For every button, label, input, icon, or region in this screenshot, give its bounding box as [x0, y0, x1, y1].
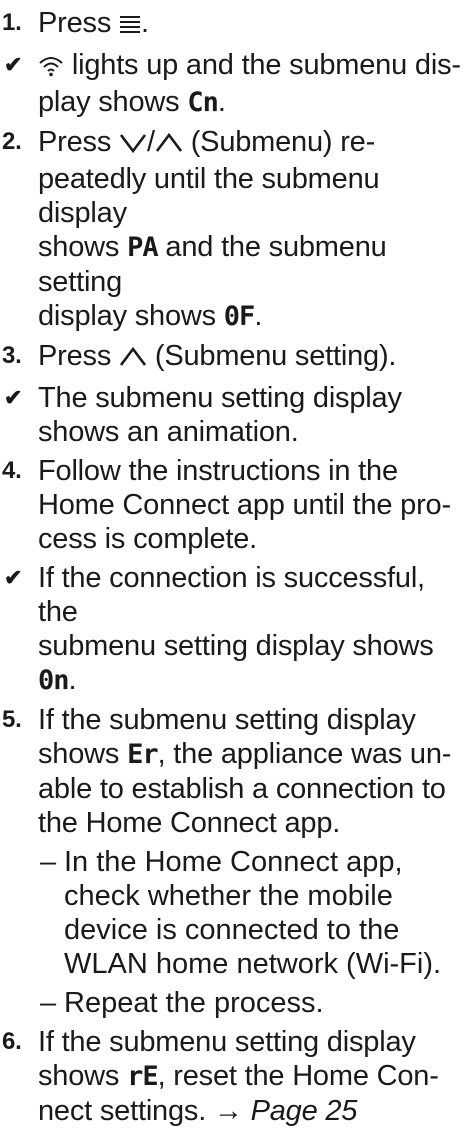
step-4: 4. Follow the instructions in the Home C…: [0, 454, 467, 556]
step-text-line: shows: [38, 1060, 128, 1092]
sub-step-text-line: device is connected to the: [64, 914, 400, 946]
step-text-line: display shows: [38, 300, 224, 332]
result-3: ✔ The submenu setting display shows an a…: [0, 381, 467, 449]
step-number: 6.: [2, 1028, 22, 1055]
step-text-line: Home Connect app until the pro-: [38, 489, 451, 521]
step-text-line: , reset the Home Con-: [157, 1060, 439, 1092]
result-1: ✔ lights up and the submenu dis- play sh…: [4, 49, 461, 118]
step-number: 2.: [2, 128, 22, 155]
instruction-list: 1. Press . ✔ lights up and the submenu d…: [0, 0, 467, 1128]
step-text-line: , the appliance was un-: [157, 738, 452, 770]
result-text-line: submenu setting display shows: [38, 630, 434, 662]
step-text-line: peatedly until the submenu display: [38, 163, 380, 229]
result-4: ✔ If the connection is successful, the s…: [4, 562, 434, 696]
step-1: 1. Press .: [0, 6, 467, 43]
display-code: 0F: [223, 301, 256, 332]
display-code: Cn: [187, 87, 219, 118]
step-text-line: the Home Connect app.: [38, 807, 341, 839]
result-text-line: If the connection is successful, the: [38, 562, 425, 628]
step-number: 1.: [2, 9, 22, 36]
result-text: lights up and the submenu dis-: [64, 49, 461, 81]
display-code: 0n: [38, 665, 70, 696]
wifi-icon: [38, 51, 64, 85]
check-icon: ✔: [4, 385, 23, 410]
sub-step-2: – Repeat the process.: [0, 986, 467, 1020]
sub-step-text-line: check whether the mobile: [64, 880, 393, 912]
result-text-line: shows an animation.: [38, 416, 299, 448]
step-text-line: cess is complete.: [38, 523, 258, 555]
step-text-line: If the submenu setting display: [38, 704, 416, 736]
step-3: 3. Press (Submenu setting).: [0, 339, 467, 376]
step-text: (Submenu) re-: [182, 126, 376, 158]
page-reference-link[interactable]: Page 25: [251, 1095, 358, 1127]
step-number: 5.: [2, 706, 22, 733]
step-text: (Submenu setting).: [147, 340, 397, 372]
step-text-line: shows: [38, 738, 128, 770]
sub-step-text-line: In the Home Connect app,: [64, 846, 403, 878]
check-icon: ✔: [4, 565, 23, 590]
result-text-line: play shows: [38, 86, 188, 118]
up-arrow-icon: [155, 128, 183, 162]
step-text: Press: [38, 340, 119, 372]
step-text: Press: [38, 7, 119, 39]
result-text-line: The submenu setting display: [38, 382, 402, 414]
step-text-line: Follow the instructions in the: [38, 455, 398, 487]
step-text-line: nect settings. →: [38, 1095, 251, 1127]
step-2: 2. Press / (Submenu) re- peatedly until …: [2, 126, 387, 332]
step-number: 4.: [2, 457, 22, 484]
down-arrow-icon: [119, 128, 147, 162]
step-number: 3.: [2, 342, 22, 369]
display-code: PA: [127, 232, 159, 263]
step-6: 6. If the submenu setting display shows …: [0, 1025, 467, 1128]
dash-marker: –: [40, 987, 57, 1019]
up-arrow-icon: [119, 342, 147, 376]
menu-icon: [119, 9, 141, 43]
check-icon: ✔: [4, 52, 23, 77]
step-text-line: If the submenu setting display: [38, 1026, 416, 1058]
sub-step-1: – In the Home Connect app, check whether…: [0, 845, 467, 981]
sub-step-text-line: WLAN home network (Wi-Fi).: [64, 948, 442, 980]
step-text: Press: [38, 126, 119, 158]
step-text-line: shows: [38, 231, 128, 263]
sub-step-text-line: Repeat the process.: [64, 987, 324, 1019]
step-text-line: able to establish a connection to: [38, 773, 446, 805]
dash-marker: –: [40, 846, 57, 878]
step-5: 5. If the submenu setting display shows …: [0, 703, 467, 840]
display-code: Er: [127, 739, 159, 770]
display-code: rE: [127, 1061, 159, 1092]
